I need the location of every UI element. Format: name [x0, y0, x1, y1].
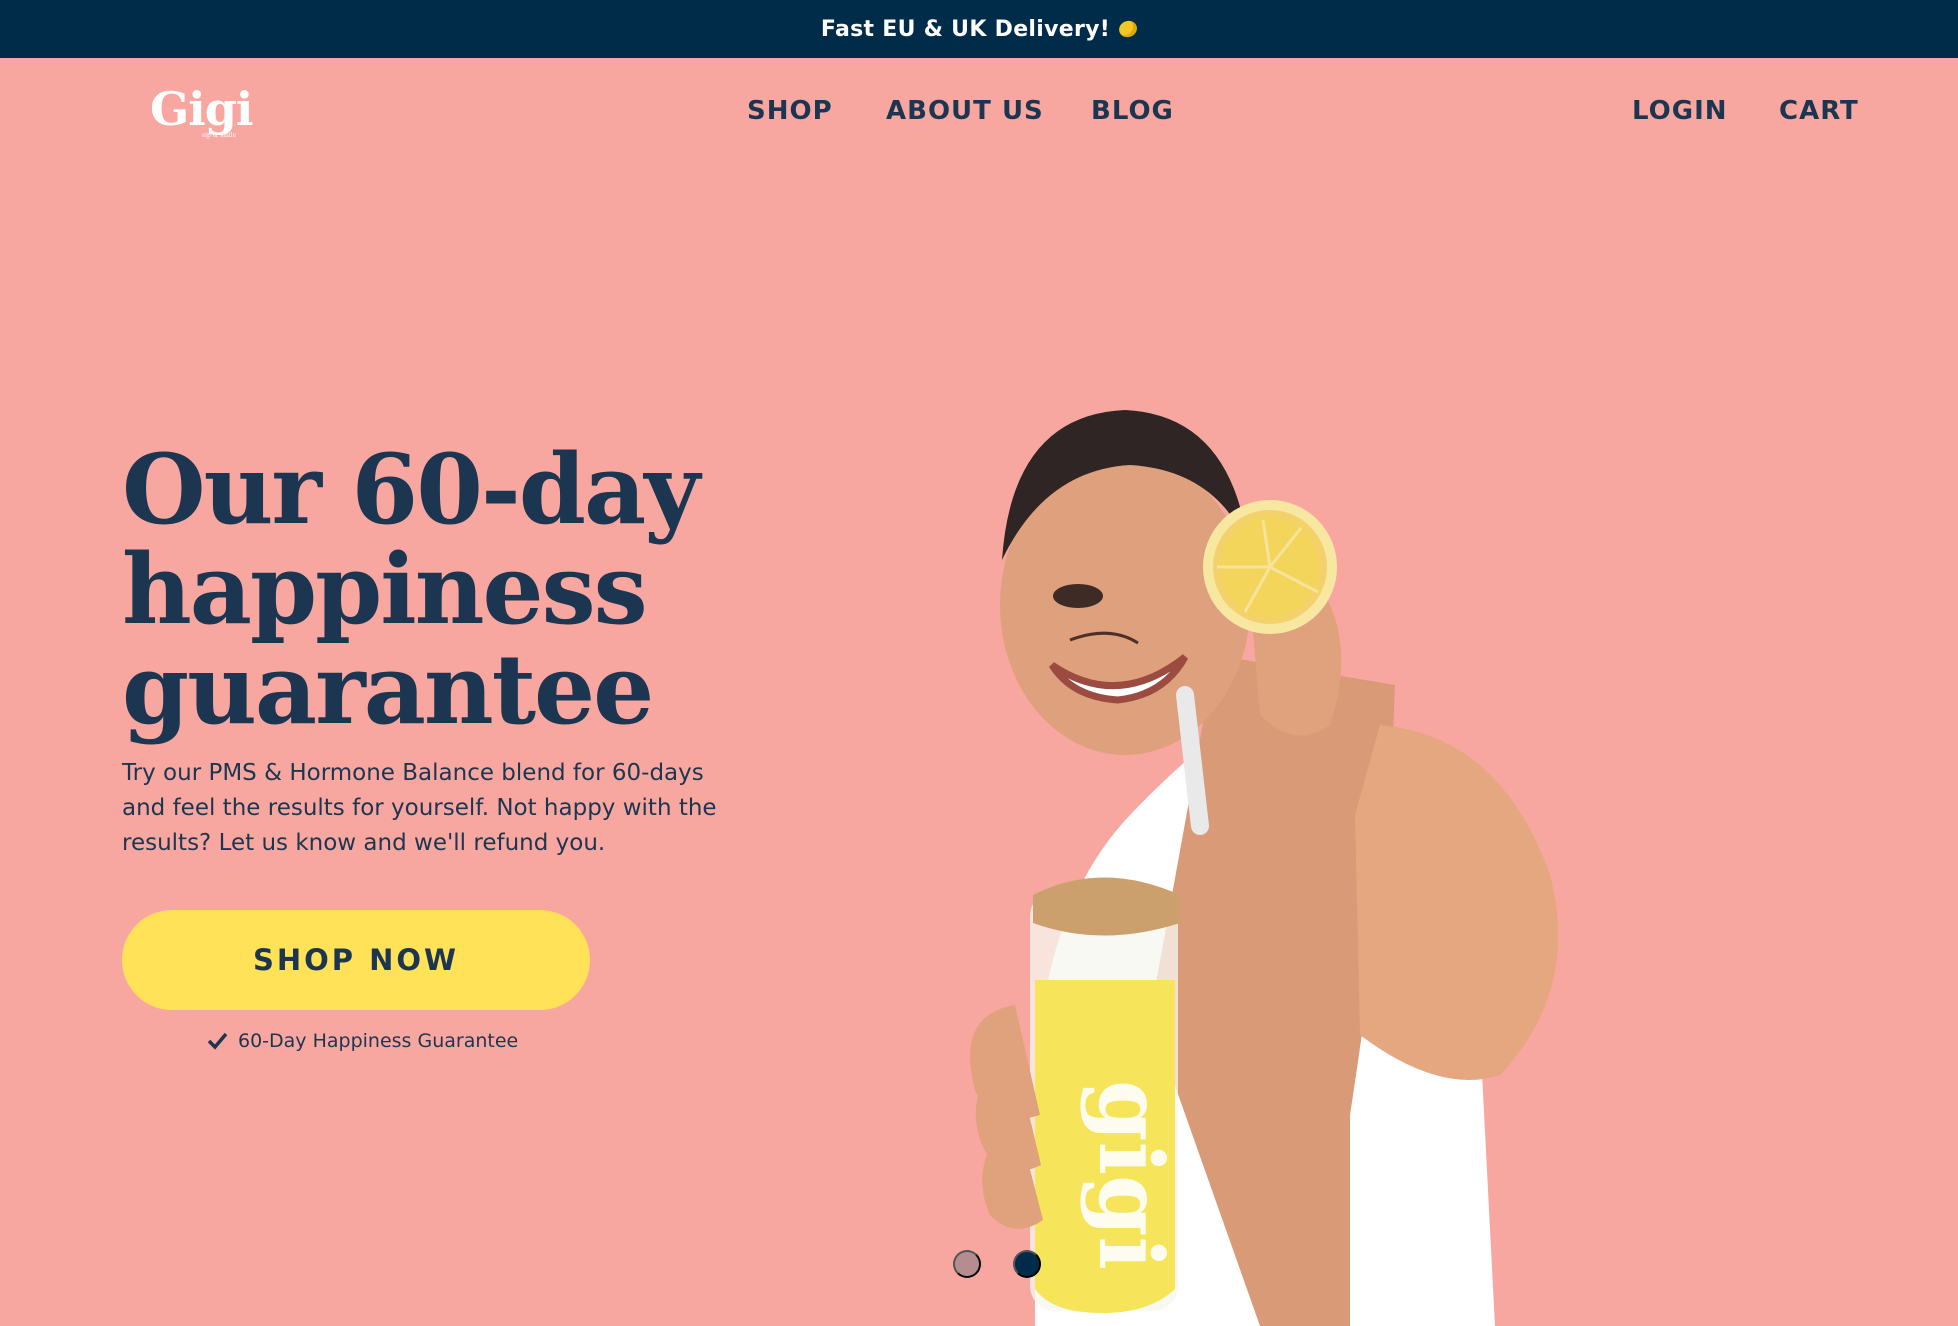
hero-description: Try our PMS & Hormone Balance blend for …	[122, 760, 717, 856]
carousel-dot-2[interactable]	[1013, 1250, 1041, 1278]
nav-about-link[interactable]: ABOUT US	[886, 96, 1044, 126]
shop-now-button[interactable]: SHOP NOW	[122, 910, 590, 1010]
guarantee-note: 60-Day Happiness Guarantee	[207, 1030, 518, 1052]
lemon-icon	[1116, 18, 1140, 40]
svg-text:gigi: gigi	[1079, 1080, 1183, 1270]
announcement-bar: Fast EU & UK Delivery!	[0, 0, 1958, 58]
hero-title: Our 60-day happiness guarantee	[122, 433, 700, 746]
login-link[interactable]: LOGIN	[1632, 96, 1728, 126]
announcement-text: Fast EU & UK Delivery!	[820, 16, 1111, 42]
woman-with-lemon-drink-image: gigi	[970, 410, 1559, 1326]
site-header: Gigi sip & smile SHOP ABOUT US BLOG LOGI…	[0, 58, 1958, 168]
nav-blog-link[interactable]: BLOG	[1091, 96, 1174, 126]
nav-shop-link[interactable]: SHOP	[747, 96, 833, 126]
check-icon	[207, 1032, 228, 1050]
carousel-dot-1[interactable]	[953, 1250, 981, 1278]
guarantee-text: 60-Day Happiness Guarantee	[238, 1030, 519, 1052]
cart-link[interactable]: CART	[1779, 96, 1859, 126]
gigi-logo[interactable]: Gigi sip & smile	[150, 82, 253, 139]
